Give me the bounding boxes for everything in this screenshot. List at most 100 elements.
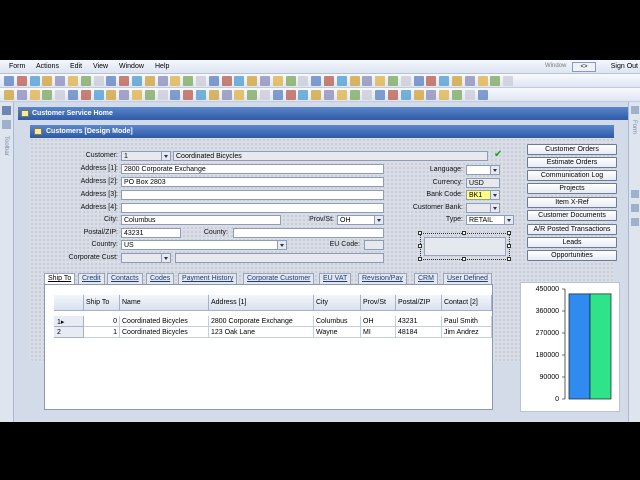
tab-credit[interactable]: Credit xyxy=(78,273,105,284)
menu-edit[interactable]: Edit xyxy=(70,63,82,70)
toolbar-icon[interactable] xyxy=(272,90,283,100)
toolbar-icon[interactable] xyxy=(298,76,309,86)
toolbox-icon[interactable] xyxy=(2,106,11,115)
toolbar-icon[interactable] xyxy=(68,90,78,100)
row-selector[interactable]: 2 xyxy=(54,327,84,338)
toolbar-icon[interactable] xyxy=(272,76,283,86)
toolbar-icon[interactable] xyxy=(388,76,398,86)
toolbar-icon[interactable] xyxy=(247,76,258,86)
tab-revision-pay[interactable]: Revision/Pay xyxy=(358,273,407,284)
toolbar-icon[interactable] xyxy=(400,76,411,86)
col-header-prov[interactable]: Prov/St xyxy=(361,295,396,311)
toolbar-icon[interactable] xyxy=(55,90,66,100)
corporate-cust-field[interactable] xyxy=(121,253,171,263)
prov-field[interactable]: OH xyxy=(337,215,384,225)
customer-name-field[interactable]: Coordinated Bicycles xyxy=(173,151,488,161)
toolbar-icon[interactable] xyxy=(260,76,270,86)
toolbar-icon[interactable] xyxy=(144,76,155,86)
cell-address[interactable]: 2800 Corporate Exchange xyxy=(209,316,314,327)
resize-handle[interactable] xyxy=(418,257,422,261)
customer-orders-button[interactable]: Customer Orders xyxy=(527,144,617,155)
toolbar-icon[interactable] xyxy=(362,90,373,100)
toolbar-icon[interactable] xyxy=(208,90,219,100)
toolbar-icon[interactable] xyxy=(4,90,14,100)
toolbar-icon[interactable] xyxy=(29,90,40,100)
toolbar-icon[interactable] xyxy=(439,90,450,100)
toolbar-icon[interactable] xyxy=(55,76,66,86)
tab-contacts[interactable]: Contacts xyxy=(107,273,143,284)
cell-prov[interactable]: OH xyxy=(361,316,396,327)
toolbar-icon[interactable] xyxy=(362,76,373,86)
cell-ship-to[interactable]: 1 xyxy=(84,327,120,338)
county-field[interactable] xyxy=(233,228,384,238)
currency-field[interactable]: USD xyxy=(466,178,500,188)
toolbar-icon[interactable] xyxy=(221,76,232,86)
toolbar-icon[interactable] xyxy=(93,90,104,100)
toolbar-icon[interactable] xyxy=(464,90,475,100)
col-header-name[interactable]: Name xyxy=(120,295,209,311)
toolbar-icon[interactable] xyxy=(311,90,322,100)
toolbar-icon[interactable] xyxy=(183,90,194,100)
chevron-down-icon[interactable] xyxy=(490,204,499,212)
cell-postal[interactable]: 43231 xyxy=(396,316,442,327)
toolbar-icon[interactable] xyxy=(93,76,104,86)
chevron-down-icon[interactable] xyxy=(504,216,513,224)
toolbar-icon[interactable] xyxy=(4,76,14,86)
col-header-address[interactable]: Address [1] xyxy=(209,295,314,311)
country-field[interactable]: US xyxy=(121,240,287,250)
cell-name[interactable]: Coordinated Bicycles xyxy=(120,316,209,327)
side-icon-1[interactable] xyxy=(631,190,639,198)
toolbar-icon[interactable] xyxy=(285,76,296,86)
toolbar-icon[interactable] xyxy=(247,90,258,100)
toolbar-icon[interactable] xyxy=(157,90,168,100)
mini-toggle[interactable]: <> xyxy=(572,62,596,72)
cell-ship-to[interactable]: 0 xyxy=(84,316,120,327)
toolbar-icon[interactable] xyxy=(80,90,91,100)
resize-handle[interactable] xyxy=(507,231,511,235)
eu-code-field[interactable] xyxy=(364,240,384,250)
toolbar-icon[interactable] xyxy=(119,90,130,100)
toolbar-icon[interactable] xyxy=(336,90,347,100)
bank-code-field[interactable]: BK1 xyxy=(466,190,500,200)
home-window-title[interactable]: Customer Service Home xyxy=(18,107,628,120)
design-selection-frame[interactable] xyxy=(420,233,510,260)
toolbar-icon[interactable] xyxy=(208,76,219,86)
address3-field[interactable] xyxy=(121,190,384,200)
resize-handle[interactable] xyxy=(462,257,466,261)
estimate-orders-button[interactable]: Estimate Orders xyxy=(527,157,617,168)
toolbar-icon[interactable] xyxy=(490,76,501,86)
toolbar-icon[interactable] xyxy=(285,90,296,100)
toolbar-icon[interactable] xyxy=(106,76,117,86)
menu-help[interactable]: Help xyxy=(155,63,169,70)
toolbar-icon[interactable] xyxy=(260,90,270,100)
toolbar-icon[interactable] xyxy=(29,76,40,86)
toolbar-icon[interactable] xyxy=(413,90,424,100)
toolbar-icon[interactable] xyxy=(132,76,142,86)
side-icon-2[interactable] xyxy=(631,204,639,212)
toolbar-icon[interactable] xyxy=(42,90,53,100)
resize-handle[interactable] xyxy=(418,244,422,248)
toolbar-icon[interactable] xyxy=(42,76,53,86)
tab-payment-history[interactable]: Payment History xyxy=(178,273,238,284)
chevron-down-icon[interactable] xyxy=(161,254,170,262)
item-xref-button[interactable]: Item X-Ref xyxy=(527,197,617,208)
customer-documents-button[interactable]: Customer Documents xyxy=(527,210,617,221)
toolbar-icon[interactable] xyxy=(349,76,360,86)
ar-posted-transactions-button[interactable]: A/R Posted Transactions xyxy=(527,224,617,235)
toolbar-icon[interactable] xyxy=(349,90,360,100)
toolbar-icon[interactable] xyxy=(477,76,488,86)
toolbar-icon[interactable] xyxy=(132,90,142,100)
menu-view[interactable]: View xyxy=(93,63,108,70)
leads-button[interactable]: Leads xyxy=(527,237,617,248)
toolbar-icon[interactable] xyxy=(503,76,514,86)
language-field[interactable] xyxy=(466,165,500,175)
toolbar-icon[interactable] xyxy=(221,90,232,100)
resize-handle[interactable] xyxy=(507,257,511,261)
toolbar-icon[interactable] xyxy=(324,76,334,86)
toolbar-icon[interactable] xyxy=(336,76,347,86)
type-field[interactable]: RETAIL xyxy=(466,215,514,225)
opportunities-button[interactable]: Opportunities xyxy=(527,250,617,261)
cell-city[interactable]: Columbus xyxy=(314,316,361,327)
city-field[interactable]: Columbus xyxy=(121,215,281,225)
tab-corporate-customer[interactable]: Corporate Customer xyxy=(243,273,315,284)
